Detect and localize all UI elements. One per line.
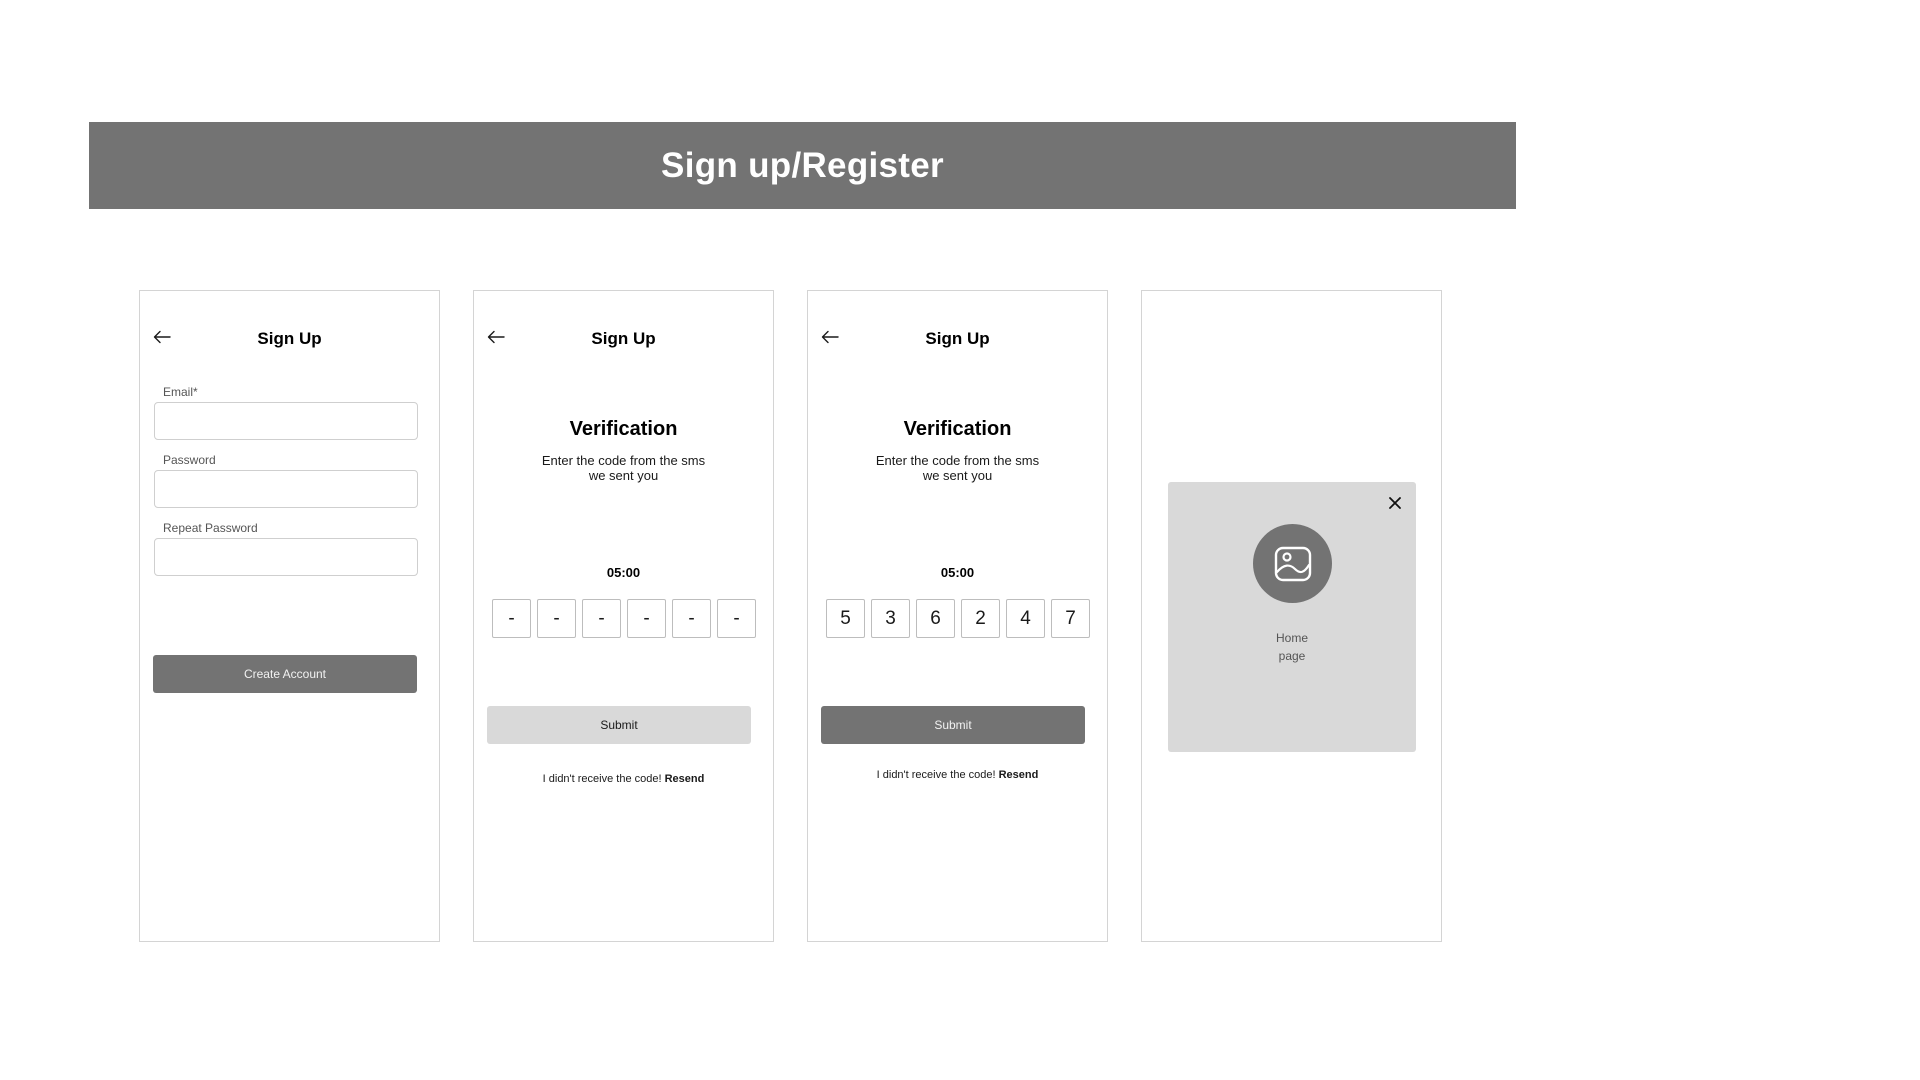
section-banner: Sign up/Register [89, 122, 1516, 209]
email-field[interactable] [154, 402, 418, 440]
code-digit-box[interactable]: 3 [871, 599, 910, 638]
modal-caption-line: page [1278, 649, 1306, 663]
home-modal-screen: Home page [1141, 290, 1442, 942]
code-digit-box[interactable]: - [717, 599, 756, 638]
code-digit-box[interactable]: - [582, 599, 621, 638]
code-digit-box[interactable]: - [672, 599, 711, 638]
banner-title: Sign up/Register [661, 145, 944, 185]
screen-title: Sign Up [257, 329, 322, 348]
submit-button-disabled[interactable]: Submit [487, 706, 751, 744]
subtitle-line: we sent you [588, 468, 659, 483]
password-field[interactable] [154, 470, 418, 508]
home-page-modal: Home page [1168, 482, 1416, 752]
subtitle-line: Enter the code from the sms [541, 453, 706, 468]
create-account-button[interactable]: Create Account [153, 655, 417, 693]
verification-heading: Verification [569, 418, 678, 440]
code-input-row: - - - - - - [492, 599, 756, 638]
screen-title: Sign Up [925, 329, 990, 348]
code-digit-box[interactable]: 5 [826, 599, 865, 638]
countdown-timer: 05:00 [940, 565, 975, 580]
repeat-password-field[interactable] [154, 538, 418, 576]
verification-subtitle: Enter the code from the sms we sent you [858, 453, 1057, 483]
signup-form-screen: Sign Up Email* Password Repeat Password … [139, 290, 440, 942]
image-placeholder-icon [1274, 546, 1311, 581]
resend-line: I didn't receive the code! Resend [808, 769, 1107, 781]
repeat-password-label: Repeat Password [163, 521, 258, 535]
verification-filled-screen: Sign Up Verification Enter the code from… [807, 290, 1108, 942]
close-icon[interactable] [1388, 496, 1402, 510]
resend-link[interactable]: Resend [665, 773, 705, 785]
code-input-row: 5 3 6 2 4 7 [826, 599, 1090, 638]
submit-button[interactable]: Submit [821, 706, 1085, 744]
verification-empty-screen: Sign Up Verification Enter the code from… [473, 290, 774, 942]
password-label: Password [163, 453, 216, 467]
resend-link[interactable]: Resend [999, 769, 1039, 781]
image-placeholder [1253, 524, 1332, 603]
screen-title: Sign Up [591, 329, 656, 348]
resend-text: I didn't receive the code! [542, 773, 662, 785]
code-digit-box[interactable]: - [627, 599, 666, 638]
email-label: Email* [163, 385, 198, 399]
code-digit-box[interactable]: 6 [916, 599, 955, 638]
countdown-timer: 05:00 [606, 565, 641, 580]
code-digit-box[interactable]: 4 [1006, 599, 1045, 638]
code-digit-box[interactable]: 2 [961, 599, 1000, 638]
verification-subtitle: Enter the code from the sms we sent you [524, 453, 723, 483]
modal-caption: Home page [1168, 629, 1416, 665]
code-digit-box[interactable]: - [537, 599, 576, 638]
subtitle-line: we sent you [922, 468, 993, 483]
resend-line: I didn't receive the code! Resend [474, 773, 773, 785]
resend-text: I didn't receive the code! [876, 769, 996, 781]
modal-caption-line: Home [1275, 631, 1308, 645]
code-digit-box[interactable]: 7 [1051, 599, 1090, 638]
wireframe-canvas: Sign up/Register Sign Up Email* Password… [0, 0, 1920, 1080]
subtitle-line: Enter the code from the sms [875, 453, 1040, 468]
verification-heading: Verification [903, 418, 1012, 440]
code-digit-box[interactable]: - [492, 599, 531, 638]
